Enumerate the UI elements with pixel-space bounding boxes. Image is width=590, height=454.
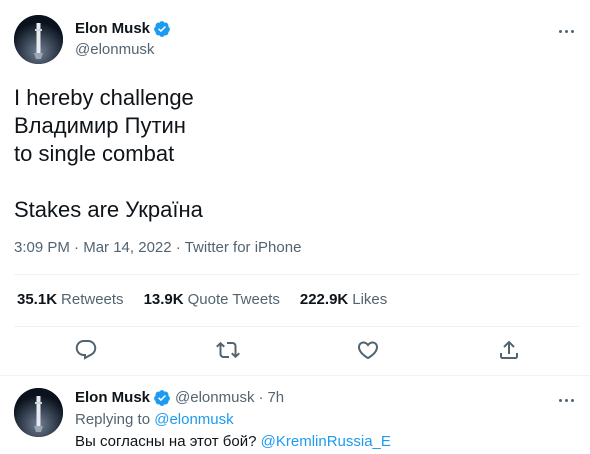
author-name[interactable]: Elon Musk xyxy=(75,388,150,408)
avatar[interactable] xyxy=(14,15,63,64)
likes-count: 222.9K xyxy=(299,291,349,308)
divider xyxy=(14,326,579,327)
meta-separator: · xyxy=(175,239,181,256)
verified-badge-icon xyxy=(154,21,170,37)
reply-age[interactable]: 7h xyxy=(267,388,284,408)
header-separator: · xyxy=(258,389,264,406)
avatar[interactable] xyxy=(14,388,63,437)
author-block: Elon Musk @elonmusk xyxy=(75,19,171,60)
reply-header: Elon Musk @elonmusk · 7h xyxy=(75,388,284,408)
tweet-source[interactable]: Twitter for iPhone xyxy=(185,239,302,256)
quotes-label: Quote Tweets xyxy=(187,291,280,308)
tweet-text: I hereby challenge Владимир Путин to sin… xyxy=(14,85,203,222)
reply-text: Вы согласны на этот бой? @KremlinRussia_… xyxy=(75,432,391,452)
replying-to-link[interactable]: @elonmusk xyxy=(154,411,233,428)
retweets-stat[interactable]: 35.1K Retweets xyxy=(17,290,124,310)
reply-tweet[interactable]: Elon Musk @elonmusk · 7h Replying to @el… xyxy=(0,376,590,454)
divider xyxy=(14,274,579,275)
replying-prefix: Replying to xyxy=(75,411,151,428)
author-handle[interactable]: @elonmusk xyxy=(175,388,254,408)
tweet-date[interactable]: Mar 14, 2022 xyxy=(83,239,171,256)
retweets-count: 35.1K xyxy=(17,291,58,308)
quotes-count: 13.9K xyxy=(143,291,184,308)
quote-tweets-stat[interactable]: 13.9K Quote Tweets xyxy=(144,290,280,310)
likes-stat[interactable]: 222.9K Likes xyxy=(300,290,387,310)
tweet-stats: 35.1K Retweets 13.9K Quote Tweets 222.9K Li… xyxy=(17,290,407,310)
verified-badge-icon xyxy=(154,390,170,406)
main-tweet: Elon Musk @elonmusk I hereby challenge В… xyxy=(0,0,590,376)
tweet-meta: 3:09 PM · Mar 14, 2022 · Twitter for iPh… xyxy=(14,238,301,258)
like-icon[interactable] xyxy=(356,338,380,362)
share-icon[interactable] xyxy=(497,338,521,362)
retweet-icon[interactable] xyxy=(216,338,240,362)
tweet-actions xyxy=(0,338,590,366)
likes-label: Likes xyxy=(352,291,388,308)
more-options-icon[interactable] xyxy=(554,24,578,38)
tweet-time[interactable]: 3:09 PM xyxy=(14,239,70,256)
author-handle[interactable]: @elonmusk xyxy=(75,40,171,60)
mention-link[interactable]: @KremlinRussia_E xyxy=(261,433,391,450)
author-name[interactable]: Elon Musk xyxy=(75,19,150,39)
replying-to: Replying to @elonmusk xyxy=(75,410,234,430)
reply-icon[interactable] xyxy=(74,338,98,362)
retweets-label: Retweets xyxy=(61,291,124,308)
meta-separator: · xyxy=(74,239,80,256)
reply-body: Вы согласны на этот бой? xyxy=(75,433,257,450)
more-options-icon[interactable] xyxy=(554,393,578,407)
